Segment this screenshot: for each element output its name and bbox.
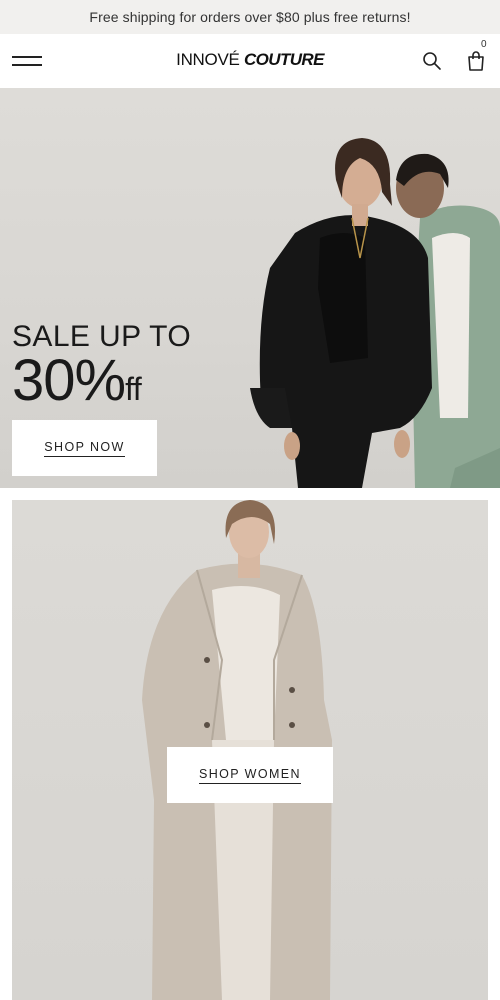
shop-now-button[interactable]: SHOP NOW [12, 420, 157, 476]
logo-text-primary: INNOVÉ [176, 50, 240, 69]
sale-percent-line: 30%ff [12, 352, 191, 416]
announcement-bar: Free shipping for orders over $80 plus f… [0, 0, 500, 34]
announcement-text: Free shipping for orders over $80 plus f… [89, 9, 411, 25]
sale-suffix: ff [125, 371, 142, 407]
shopping-bag-icon[interactable] [465, 49, 487, 73]
cart-count-badge: 0 [481, 39, 487, 50]
site-header: INNOVÉ COUTURE 0 [0, 34, 500, 88]
hero-sale-heading: SALE UP TO 30%ff [12, 320, 191, 416]
sale-percent: 30% [12, 348, 126, 413]
shop-women-label: SHOP WOMEN [199, 767, 301, 784]
shop-women-button[interactable]: SHOP WOMEN [167, 747, 333, 803]
logo-text-secondary: COUTURE [243, 50, 324, 69]
shop-now-label: SHOP NOW [44, 440, 125, 457]
search-icon[interactable] [422, 51, 442, 71]
hero-banner[interactable]: SALE UP TO 30%ff SHOP NOW [0, 88, 500, 488]
